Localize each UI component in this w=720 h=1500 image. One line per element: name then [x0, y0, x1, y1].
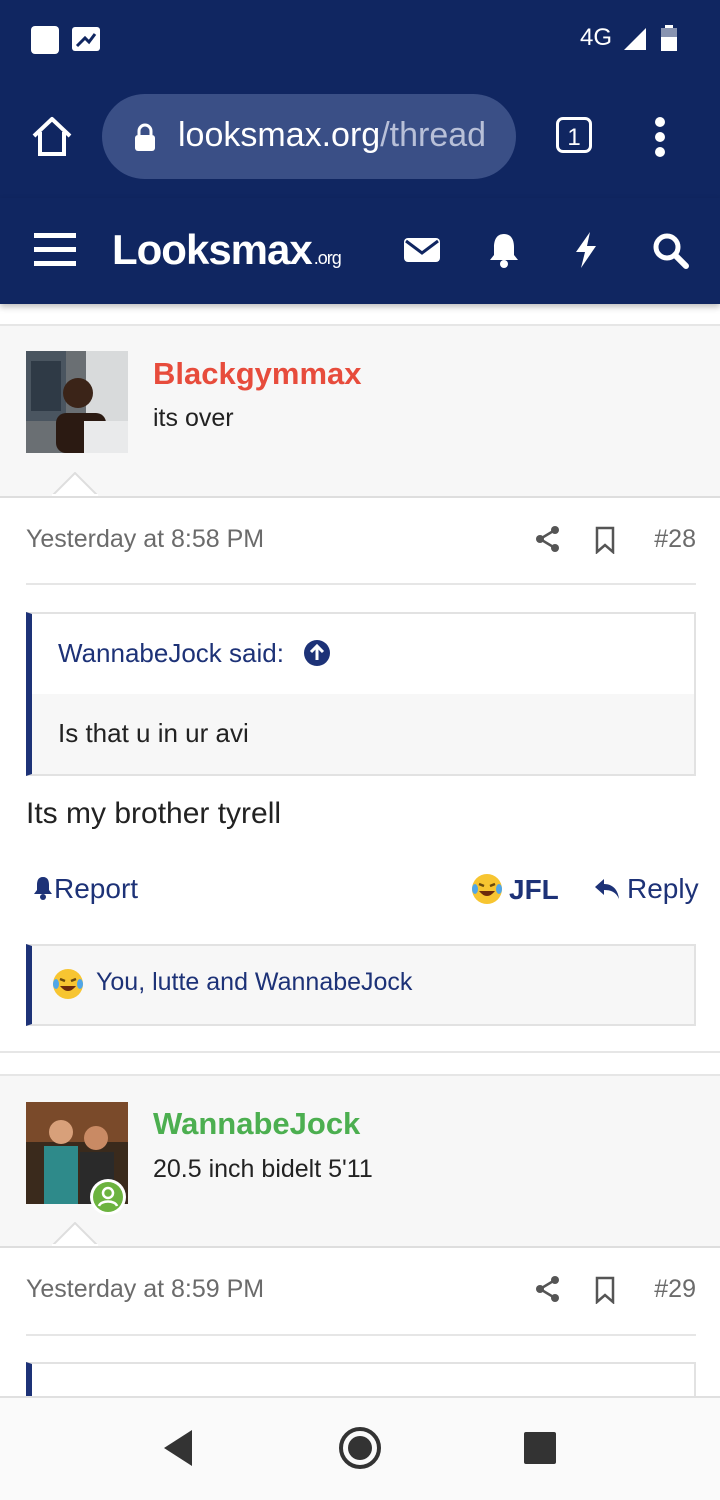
user-title: its over — [153, 404, 234, 432]
image-notification-icon — [72, 27, 100, 51]
url-host: looksmax.org — [178, 116, 381, 154]
signal-icon — [624, 28, 646, 50]
username[interactable]: WannabeJock — [153, 1106, 360, 1142]
home-icon[interactable] — [28, 112, 76, 160]
envelope-icon[interactable] — [402, 230, 442, 270]
online-status-icon — [90, 1179, 126, 1215]
search-icon[interactable] — [650, 230, 690, 270]
bookmark-icon[interactable] — [591, 1276, 619, 1304]
avatar-image — [26, 351, 128, 453]
back-icon[interactable] — [160, 1428, 196, 1468]
more-options-icon[interactable] — [648, 116, 672, 158]
site-logo[interactable]: Looksmax .org — [112, 226, 342, 274]
post-separator — [0, 1051, 720, 1053]
logo-suffix: .org — [313, 248, 342, 268]
bookmark-icon[interactable] — [591, 526, 619, 554]
quote-author-line[interactable]: WannabeJock said: — [58, 638, 331, 669]
post-number[interactable]: #29 — [640, 1275, 696, 1304]
post-arrow — [52, 472, 98, 496]
tab-switcher-button[interactable]: 1 — [556, 117, 592, 153]
laughing-crying-emoji-icon — [53, 969, 83, 999]
recents-icon[interactable] — [523, 1431, 557, 1465]
battery-icon — [661, 25, 677, 51]
lightning-icon[interactable] — [566, 230, 606, 270]
laughing-crying-emoji-icon — [472, 874, 502, 904]
reply-button[interactable]: Reply — [593, 873, 699, 905]
quote-body: Is that u in ur avi — [32, 694, 694, 774]
bell-icon[interactable] — [484, 230, 524, 270]
network-type: 4G — [580, 24, 613, 51]
report-label: Report — [54, 873, 139, 904]
post-arrow — [52, 1222, 98, 1246]
url-text[interactable]: looksmax.org/thread — [178, 116, 486, 155]
username[interactable]: Blackgymmax — [153, 356, 362, 392]
lock-icon — [135, 123, 155, 151]
notification-icon — [31, 26, 59, 54]
report-bell-icon — [34, 877, 52, 900]
message-text: Its my brother tyrell — [26, 797, 282, 830]
avatar[interactable] — [26, 351, 128, 453]
quote-author: WannabeJock said: — [58, 638, 284, 668]
react-button[interactable]: JFL — [471, 873, 559, 906]
menu-icon[interactable] — [34, 231, 76, 269]
divider — [26, 1334, 696, 1336]
post-date[interactable]: Yesterday at 8:59 PM — [26, 1275, 264, 1304]
share-icon[interactable] — [534, 1275, 562, 1303]
url-path: /thread — [380, 116, 487, 154]
divider — [26, 583, 696, 585]
reaction-label: JFL — [509, 874, 559, 905]
post-number[interactable]: #28 — [640, 525, 696, 554]
report-button[interactable]: Report — [32, 873, 138, 905]
logo-text: Looksmax — [112, 226, 313, 273]
system-navigation-bar — [0, 1396, 720, 1500]
post-date[interactable]: Yesterday at 8:58 PM — [26, 525, 264, 554]
reactions-bar[interactable]: You, lutte and WannabeJock — [26, 944, 696, 1026]
reply-label: Reply — [627, 873, 699, 904]
reactions-list[interactable]: You, lutte and WannabeJock — [96, 968, 412, 997]
share-icon[interactable] — [534, 525, 562, 553]
home-circle-icon[interactable] — [338, 1426, 382, 1470]
quote-block: WannabeJock said: Is that u in ur avi — [26, 612, 696, 776]
reply-arrow-icon — [595, 879, 619, 899]
site-header — [0, 198, 720, 304]
jump-to-quote-icon[interactable] — [303, 639, 331, 667]
user-title: 20.5 inch bidelt 5'11 — [153, 1155, 373, 1183]
quote-text: Is that u in ur avi — [58, 718, 249, 748]
